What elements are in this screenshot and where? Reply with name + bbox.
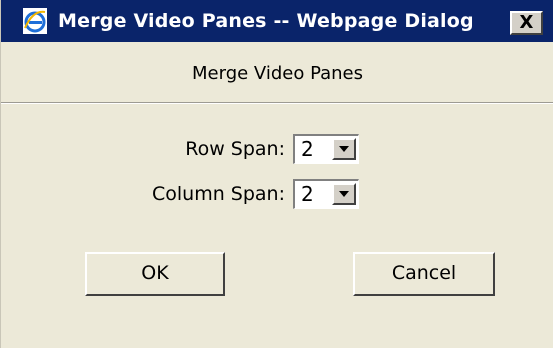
cancel-button[interactable]: Cancel	[353, 252, 495, 296]
chevron-down-icon	[339, 191, 349, 197]
close-button[interactable]: X	[510, 11, 543, 35]
internet-explorer-icon	[23, 8, 47, 34]
row-span-dropdown-button[interactable]	[332, 138, 356, 160]
dialog-window: Merge Video Panes -- Webpage Dialog X Me…	[0, 0, 553, 348]
divider	[1, 102, 553, 104]
title-bar[interactable]: Merge Video Panes -- Webpage Dialog X	[1, 0, 553, 42]
column-span-value: 2	[301, 182, 314, 206]
row-span-select[interactable]: 2	[293, 134, 359, 164]
window-title: Merge Video Panes -- Webpage Dialog	[58, 10, 474, 32]
close-icon: X	[519, 12, 534, 33]
row-span-label: Row Span:	[185, 138, 285, 160]
chevron-down-icon	[339, 146, 349, 152]
ok-button[interactable]: OK	[85, 252, 225, 296]
column-span-label: Column Span:	[151, 183, 285, 205]
column-span-select[interactable]: 2	[293, 179, 359, 209]
column-span-dropdown-button[interactable]	[332, 183, 356, 205]
dialog-heading: Merge Video Panes	[192, 63, 363, 84]
row-span-value: 2	[301, 137, 314, 161]
